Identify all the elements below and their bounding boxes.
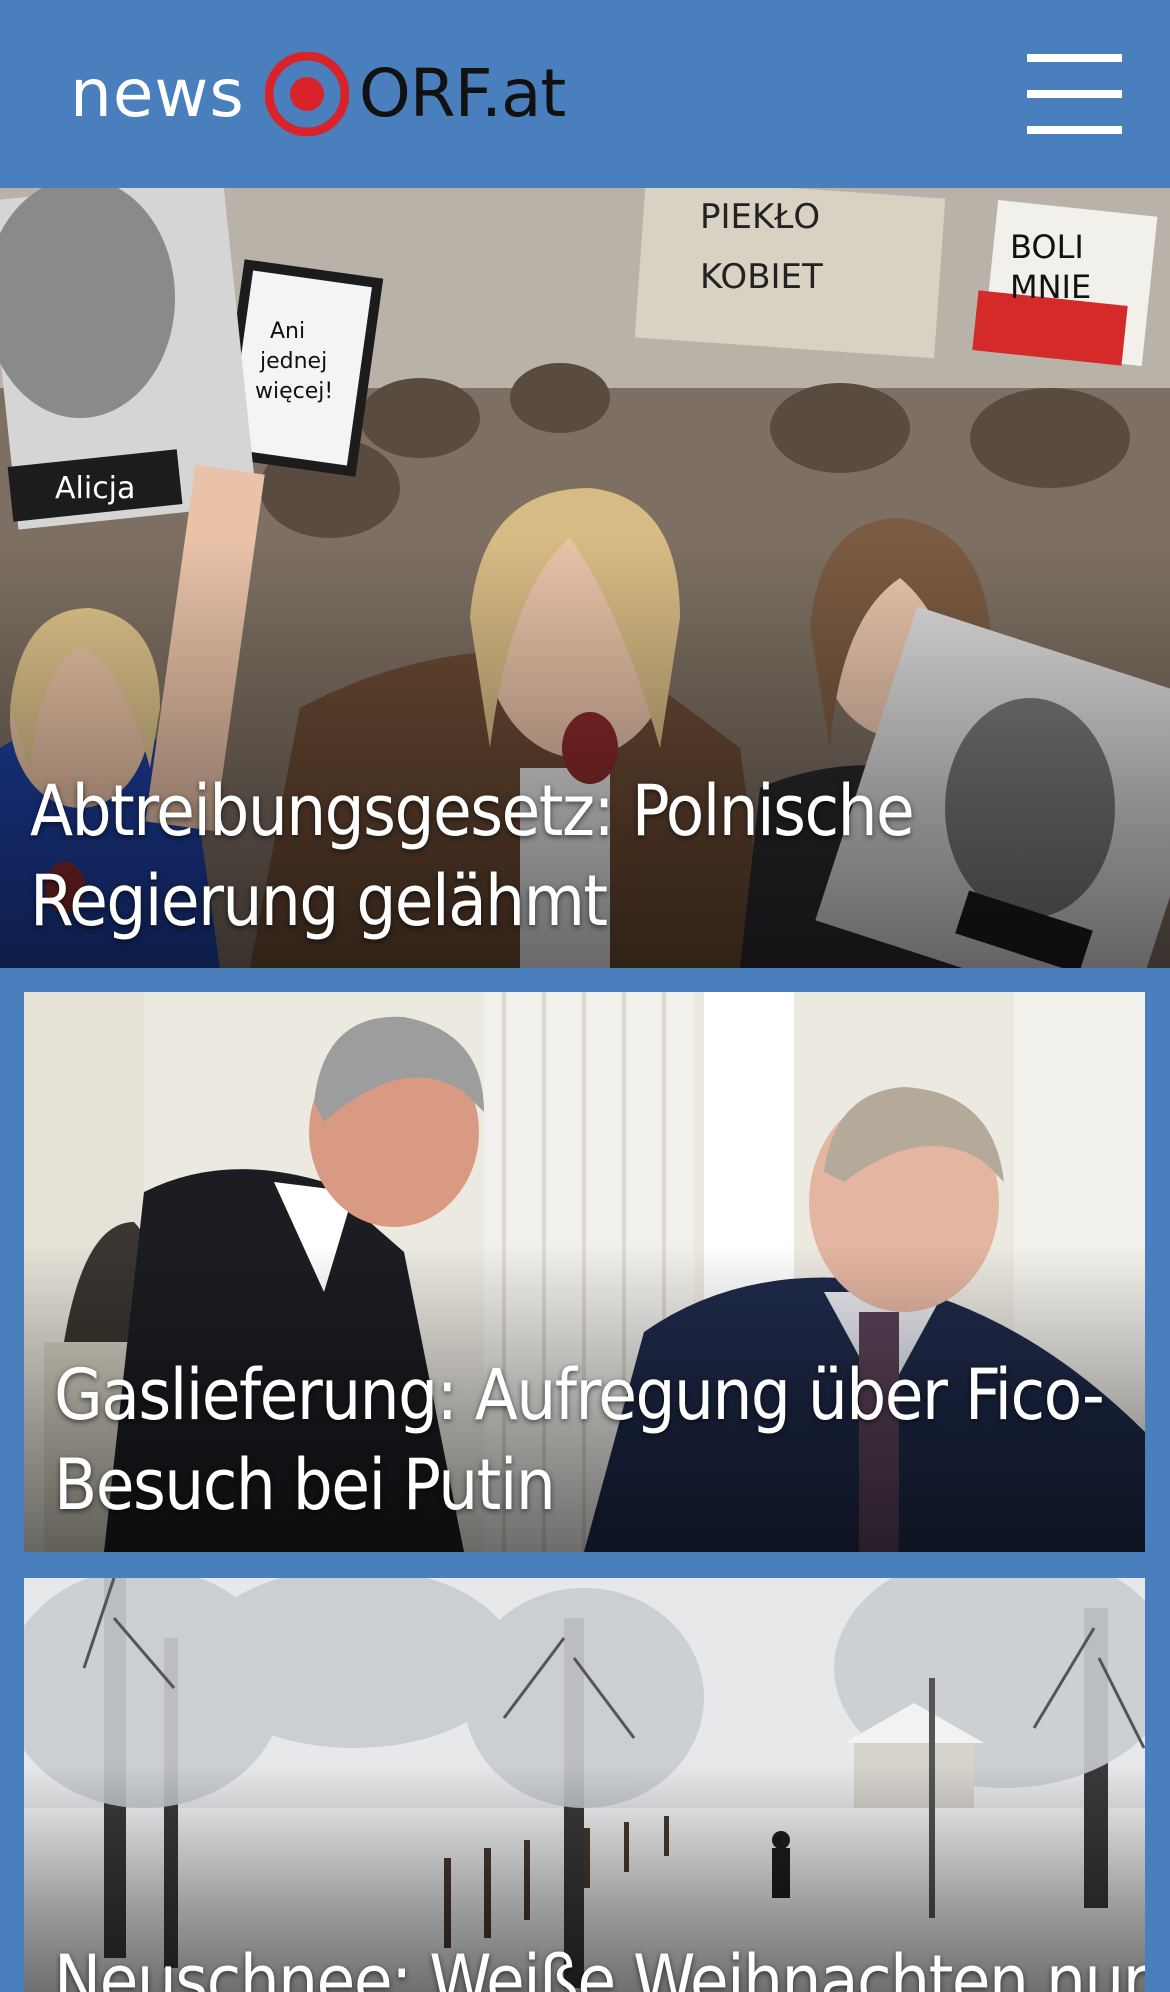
svg-text:więcej!: więcej! [255,379,333,404]
menu-line [1027,126,1122,134]
story-headline[interactable]: Gaslieferung: Aufregung über Fico-Besuch… [54,1350,1134,1530]
svg-text:jednej: jednej [259,349,327,374]
news-story-card[interactable]: PIEKŁO KOBIET BOLI MNIE Ani jednej więce… [0,188,1170,968]
story-headline[interactable]: Neuschnee: Weiße Weihnachten nur [54,1936,1145,1992]
svg-text:KOBIET: KOBIET [700,257,823,297]
logo-news-text: news [70,55,245,132]
news-story-card[interactable]: Gaslieferung: Aufregung über Fico-Besuch… [24,992,1145,1552]
svg-text:PIEKŁO: PIEKŁO [700,197,820,237]
orf-target-icon [264,52,349,136]
menu-line [1027,54,1122,62]
orf-news-logo[interactable]: news ORF.at [70,52,566,136]
news-story-card[interactable]: Neuschnee: Weiße Weihnachten nur [24,1578,1145,1992]
svg-text:Alicja: Alicja [55,471,135,506]
hamburger-menu-icon[interactable] [1027,54,1122,134]
menu-line [1027,90,1122,98]
app-header: news ORF.at [0,0,1170,188]
svg-text:BOLI: BOLI [1010,228,1084,266]
svg-text:MNIE: MNIE [1010,268,1091,306]
story-headline[interactable]: Abtreibungsgesetz: Polnische Regierung g… [30,766,1130,946]
svg-text:Ani: Ani [270,319,305,344]
logo-brand-text: ORF.at [358,55,566,132]
